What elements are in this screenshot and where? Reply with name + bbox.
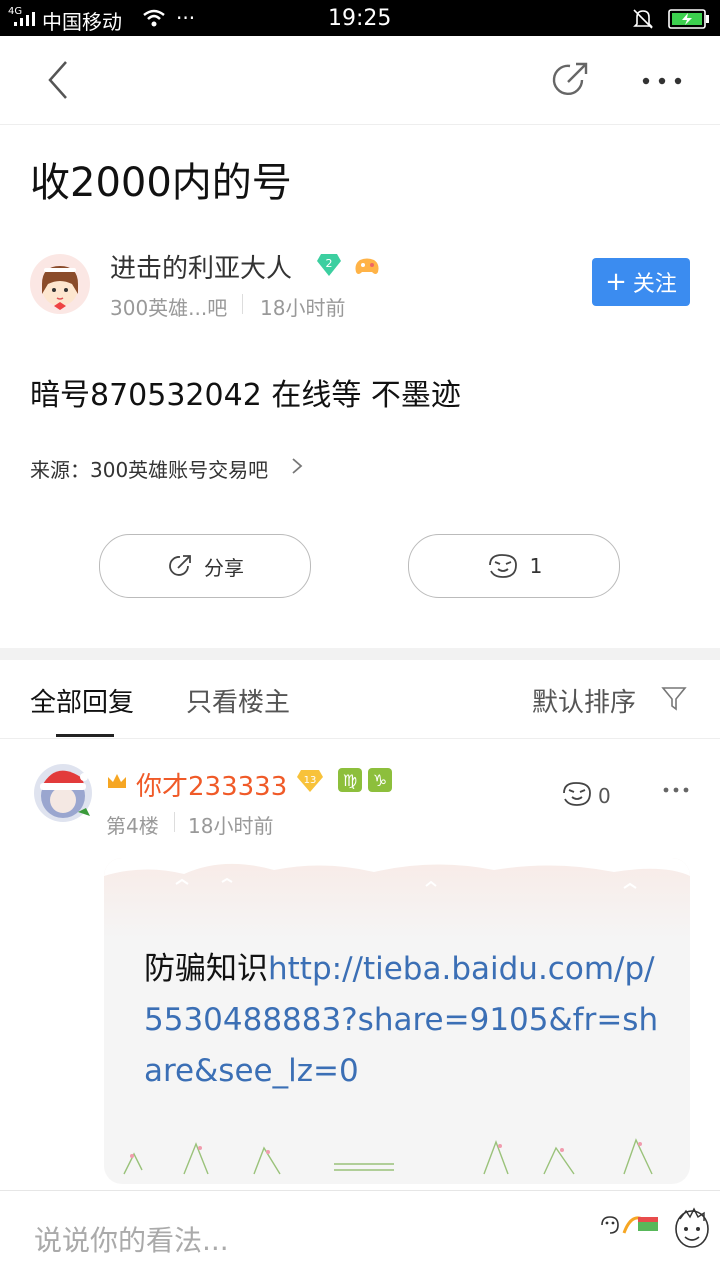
notification-dots-icon: ··· (176, 6, 196, 30)
share-button[interactable]: 分享 (99, 534, 311, 598)
tab-owner-only[interactable]: 只看楼主 (186, 682, 290, 719)
section-separator (0, 648, 720, 660)
more-options-icon[interactable] (640, 66, 684, 96)
reply-avatar[interactable] (34, 764, 92, 822)
wifi-icon (143, 9, 165, 27)
reply-time: 18小时前 (188, 814, 274, 838)
comment-input[interactable]: 说说你的看法... (34, 1219, 229, 1259)
share-icon[interactable] (548, 58, 592, 102)
filter-icon[interactable] (660, 684, 688, 712)
post-content: 暗号870532042 在线等 不墨迹 (30, 378, 461, 413)
follow-button[interactable]: + 关注 (592, 258, 690, 306)
capricorn-icon: ♑ (368, 768, 392, 792)
reply-text-prefix: 防骗知识 (144, 951, 268, 987)
reply-level-badge-icon: 13 (297, 770, 323, 792)
sort-dropdown[interactable]: 默认排序 (532, 682, 636, 719)
share-icon (169, 555, 191, 576)
reply-username[interactable]: 你才233333 (136, 766, 287, 803)
emoji-face-icon[interactable] (672, 1205, 712, 1253)
meta-divider (242, 294, 243, 314)
post-title: 收2000内的号 (30, 160, 292, 206)
level-badge-icon: 2 (317, 254, 341, 276)
level-number: 2 (326, 257, 333, 270)
author-name[interactable]: 进击的利亚大人 (110, 248, 292, 285)
reply-more-icon[interactable] (662, 780, 690, 800)
reply-like-icon[interactable] (560, 778, 594, 810)
follow-label: 关注 (632, 272, 677, 297)
forum-name[interactable]: 300英雄...吧 (110, 292, 227, 321)
virgo-icon: ♍ (338, 768, 362, 792)
crown-icon (108, 774, 126, 788)
sticker-icon[interactable] (598, 1211, 662, 1239)
back-icon[interactable] (40, 58, 80, 102)
like-button[interactable]: 1 (408, 534, 620, 598)
gamepad-icon (355, 258, 379, 274)
like-count: 1 (529, 554, 543, 578)
reply-meta-divider (174, 812, 175, 832)
source-link[interactable]: 来源：300英雄账号交易吧 (30, 454, 268, 483)
reply-like-count: 0 (598, 784, 611, 808)
plus-icon: + (605, 267, 627, 297)
author-avatar[interactable] (30, 254, 90, 314)
status-bar: 4G 中国移动 ··· 19:25 (0, 0, 720, 36)
reply-text: 防骗知识http://tieba.baidu.com/p/5530488883?… (144, 944, 664, 1097)
tabs-border (0, 738, 720, 739)
clock: 19:25 (328, 6, 392, 31)
top-nav (0, 36, 720, 125)
like-face-icon (488, 554, 517, 578)
tab-all-replies[interactable]: 全部回复 (30, 682, 134, 719)
post-time: 18小时前 (260, 296, 346, 320)
share-label: 分享 (204, 555, 244, 580)
chevron-right-icon (292, 458, 303, 474)
reply-floor: 第4楼 (106, 814, 159, 838)
reply-bubble: 防骗知识http://tieba.baidu.com/p/5530488883?… (104, 858, 690, 1184)
battery-icon (668, 9, 709, 29)
carrier-name: 中国移动 (42, 10, 122, 34)
comment-bar: 说说你的看法... (0, 1190, 720, 1281)
mute-bell-icon (633, 9, 653, 29)
reply-level-number: 13 (304, 775, 317, 786)
signal-icon (14, 12, 35, 26)
active-tab-underline (56, 734, 114, 737)
